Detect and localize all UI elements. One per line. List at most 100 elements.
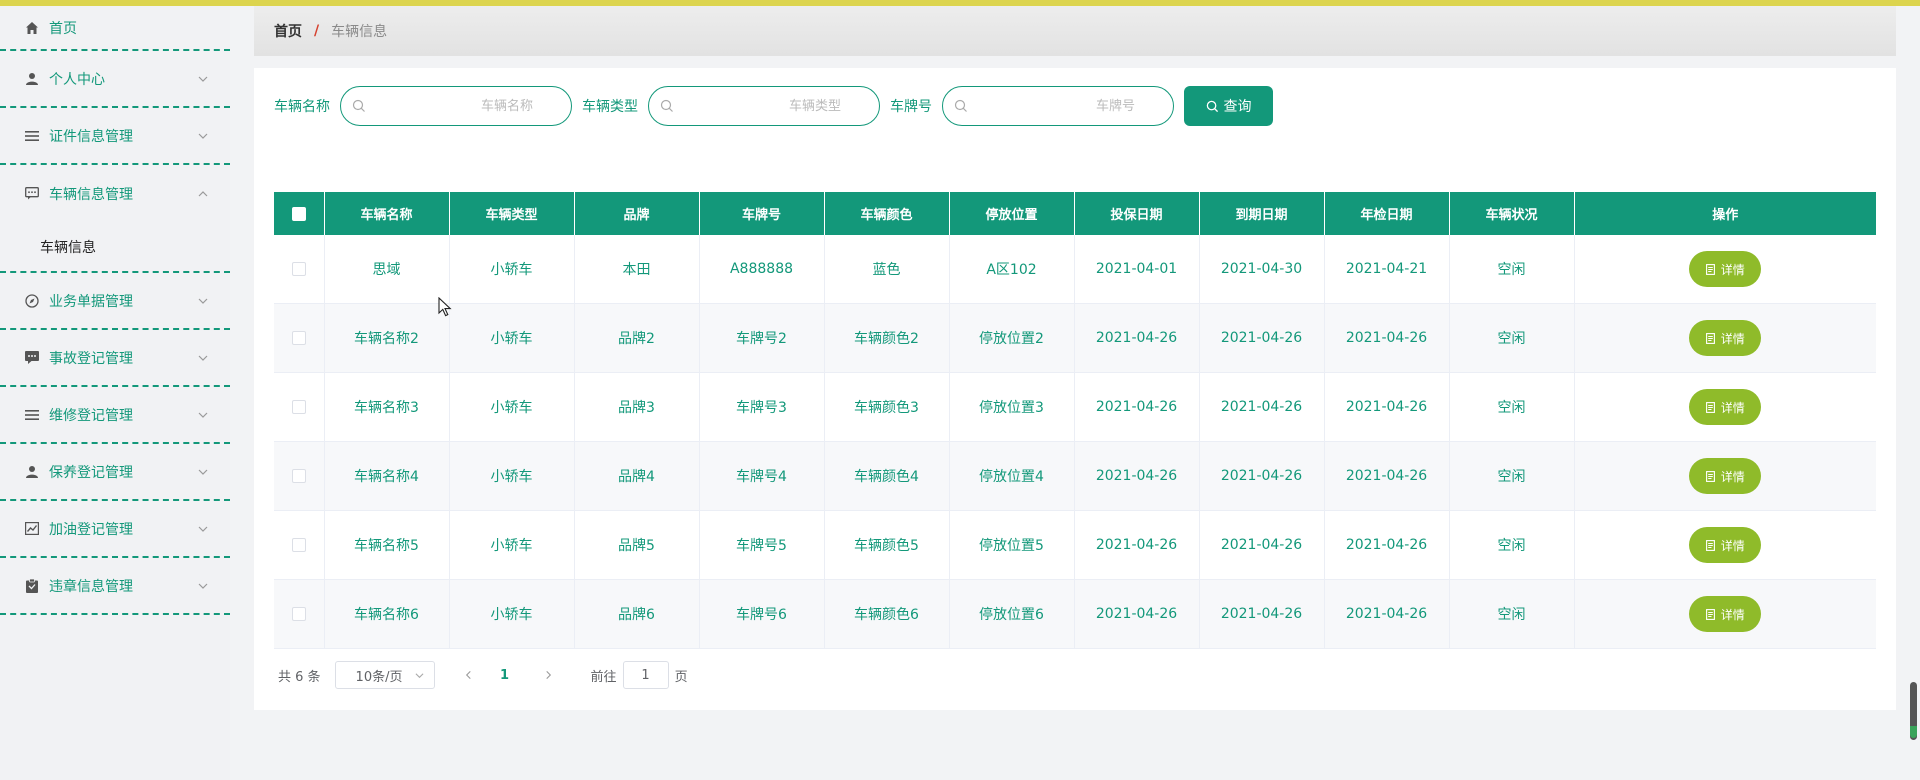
plate-cell: 车牌号2 (699, 303, 825, 373)
color-cell: 车辆颜色2 (824, 303, 950, 373)
page-number[interactable]: 1 (495, 668, 515, 683)
status-cell: 空闲 (1449, 372, 1575, 442)
insured-date-cell: 2021-04-26 (1074, 579, 1200, 649)
inspection-date-cell: 2021-04-26 (1324, 510, 1450, 580)
user-icon (24, 71, 40, 87)
brand-cell: 品牌6 (574, 579, 700, 649)
document-icon (1705, 470, 1715, 482)
query-button[interactable]: 查询 (1184, 86, 1273, 126)
table-row: 车辆名称4 小轿车 品牌4 车牌号4 车辆颜色4 停放位置4 2021-04-26 2021-… (274, 441, 1876, 511)
sidebar-item-violation[interactable]: 违章信息管理 (0, 558, 230, 615)
goto-page-input[interactable] (622, 661, 669, 689)
detail-button[interactable]: 详情 (1689, 251, 1762, 287)
vehicle-name-label: 车辆名称 (274, 99, 330, 115)
mouse-cursor-icon (438, 297, 452, 317)
plate-cell: A888888 (699, 235, 825, 304)
detail-button-label: 详情 (1720, 538, 1745, 553)
plate-number-label: 车牌号 (890, 99, 932, 115)
color-cell: 车辆颜色3 (824, 372, 950, 442)
column-header: 品牌 (574, 192, 700, 235)
vehicle-name-cell: 思域 (324, 235, 450, 304)
row-checkbox[interactable] (291, 607, 306, 621)
list-icon (24, 407, 40, 423)
column-header: 操作 (1574, 192, 1876, 235)
vehicle-type-input[interactable] (679, 87, 859, 125)
sidebar-item-accident[interactable]: 事故登记管理 (0, 330, 230, 387)
row-select-cell (274, 441, 325, 511)
search-icon (1206, 100, 1218, 112)
detail-button[interactable]: 详情 (1689, 527, 1762, 563)
select-all-checkbox[interactable] (291, 206, 306, 221)
page-size-select[interactable]: 10条/页 (334, 661, 435, 689)
vehicle-type-cell: 小轿车 (449, 510, 575, 580)
action-cell: 详情 (1574, 235, 1876, 304)
column-header: 车辆类型 (449, 192, 575, 235)
sidebar-item-label: 车辆信息管理 (49, 186, 133, 203)
vehicle-type-cell: 小轿车 (449, 372, 575, 442)
main-content: 车辆名称 车辆类型 车牌号 查询 车辆名称 (254, 68, 1896, 710)
row-checkbox[interactable] (291, 331, 306, 345)
chevron-down-icon (198, 583, 208, 589)
expiry-date-cell: 2021-04-26 (1199, 441, 1325, 511)
sidebar-item-label: 加油登记管理 (49, 521, 133, 538)
action-cell: 详情 (1574, 579, 1876, 649)
sidebar-item-maintenance[interactable]: 保养登记管理 (0, 444, 230, 501)
column-header: 年检日期 (1324, 192, 1450, 235)
row-checkbox[interactable] (291, 538, 306, 552)
sidebar-item-home[interactable]: 首页 (0, 6, 230, 51)
table-row: 车辆名称6 小轿车 品牌6 车牌号6 车辆颜色6 停放位置6 2021-04-26 2021-… (274, 579, 1876, 649)
vehicle-name-input[interactable] (371, 87, 551, 125)
detail-button[interactable]: 详情 (1689, 389, 1762, 425)
detail-button[interactable]: 详情 (1689, 596, 1762, 632)
table-row: 车辆名称2 小轿车 品牌2 车牌号2 车辆颜色2 停放位置2 2021-04-26 2021-… (274, 303, 1876, 373)
clipboard-icon (24, 578, 40, 594)
sidebar-item-business-documents[interactable]: 业务单据管理 (0, 273, 230, 330)
prev-page-button[interactable] (455, 661, 483, 689)
color-cell: 车辆颜色5 (824, 510, 950, 580)
breadcrumb-home[interactable]: 首页 (274, 21, 302, 41)
chevron-down-icon (198, 526, 208, 532)
detail-button-label: 详情 (1720, 262, 1745, 277)
sidebar-item-vehicle-management[interactable]: 车辆信息管理 (0, 165, 230, 222)
detail-button[interactable]: 详情 (1689, 320, 1762, 356)
document-icon (1705, 608, 1715, 620)
plate-number-input[interactable] (973, 87, 1153, 125)
row-checkbox[interactable] (291, 262, 306, 276)
breadcrumb: 首页 / 车辆信息 (254, 6, 1896, 56)
column-header: 车辆名称 (324, 192, 450, 235)
row-checkbox[interactable] (291, 400, 306, 414)
vehicle-name-cell: 车辆名称5 (324, 510, 450, 580)
insured-date-cell: 2021-04-26 (1074, 510, 1200, 580)
sidebar-item-refuel[interactable]: 加油登记管理 (0, 501, 230, 558)
sidebar-subitem-vehicle-info[interactable]: 车辆信息 (0, 222, 230, 273)
insured-date-cell: 2021-04-26 (1074, 303, 1200, 373)
table-header-row: 车辆名称 车辆类型 品牌 车牌号 车辆颜色 停放位置 投保日期 到期日期 年检日… (274, 192, 1876, 235)
column-header: 停放位置 (949, 192, 1075, 235)
next-page-button[interactable] (535, 661, 563, 689)
column-header: 车辆颜色 (824, 192, 950, 235)
action-cell: 详情 (1574, 303, 1876, 373)
sidebar-item-label: 保养登记管理 (49, 464, 133, 481)
chevron-down-icon (198, 412, 208, 418)
sidebar-item-personal-center[interactable]: 个人中心 (0, 51, 230, 108)
expiry-date-cell: 2021-04-26 (1199, 510, 1325, 580)
parking-cell: A区102 (949, 235, 1075, 304)
chevron-down-icon (198, 469, 208, 475)
document-icon (1705, 539, 1715, 551)
document-icon (1705, 332, 1715, 344)
sidebar-item-certificate[interactable]: 证件信息管理 (0, 108, 230, 165)
action-cell: 详情 (1574, 372, 1876, 442)
plate-number-search-box (942, 86, 1174, 126)
brand-cell: 品牌3 (574, 372, 700, 442)
sidebar-subitem-label: 车辆信息 (40, 239, 96, 256)
vehicle-type-search-box (648, 86, 880, 126)
sidebar-item-label: 业务单据管理 (49, 293, 133, 310)
plate-cell: 车牌号3 (699, 372, 825, 442)
detail-button-label: 详情 (1720, 469, 1745, 484)
chevron-down-icon (198, 76, 208, 82)
sidebar-item-repair[interactable]: 维修登记管理 (0, 387, 230, 444)
search-icon (660, 99, 673, 112)
detail-button[interactable]: 详情 (1689, 458, 1762, 494)
insured-date-cell: 2021-04-26 (1074, 441, 1200, 511)
row-checkbox[interactable] (291, 469, 306, 483)
